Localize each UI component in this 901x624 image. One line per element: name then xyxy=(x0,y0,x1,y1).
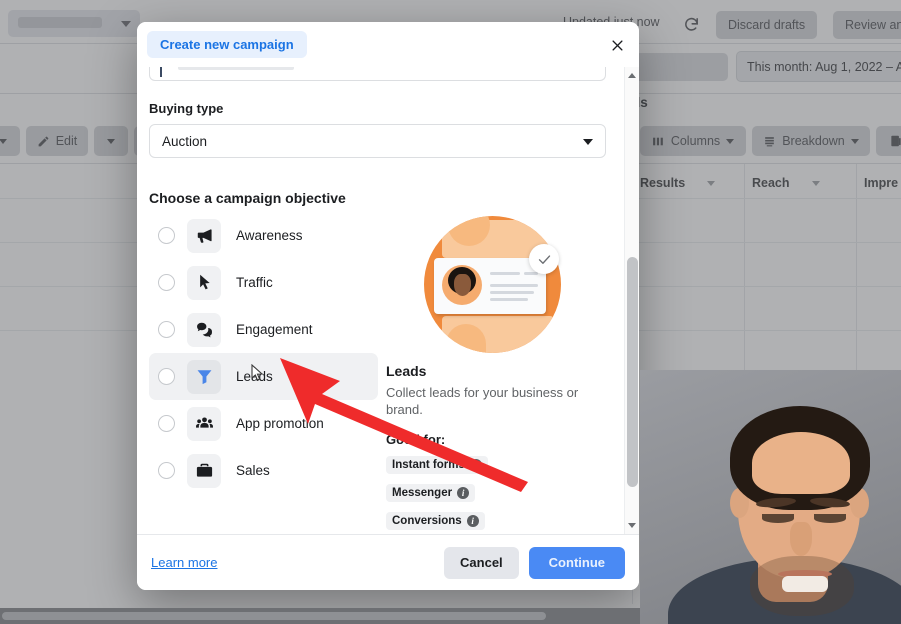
objective-label: Awareness xyxy=(236,228,303,243)
chat-bubble-icon xyxy=(187,312,221,347)
detail-title: Leads xyxy=(386,363,427,379)
objective-label: Engagement xyxy=(236,322,313,337)
radio-app-promotion[interactable] xyxy=(158,415,175,432)
field-ghost-text xyxy=(178,67,294,70)
scrollbar-thumb[interactable] xyxy=(627,257,638,487)
text-caret xyxy=(160,67,162,77)
create-campaign-dialog: Create new campaign Buying type Auction … xyxy=(137,22,639,590)
learn-more-link[interactable]: Learn more xyxy=(151,555,217,570)
good-for-chip-list: Instant forms i Messenger i Conversions … xyxy=(386,455,606,534)
objective-label: App promotion xyxy=(236,416,324,431)
campaign-name-field-partial[interactable] xyxy=(149,67,606,81)
briefcase-icon xyxy=(187,453,221,488)
chip-label: Instant forms xyxy=(392,458,465,471)
chip-label: Messenger xyxy=(392,486,453,499)
chip-label: Conversions xyxy=(392,514,462,527)
radio-engagement[interactable] xyxy=(158,321,175,338)
cursor-icon xyxy=(187,265,221,300)
objective-label: Sales xyxy=(236,463,270,478)
dialog-footer: Learn more Cancel Continue xyxy=(137,534,639,590)
tab-create-new-campaign[interactable]: Create new campaign xyxy=(147,31,307,58)
info-icon[interactable]: i xyxy=(469,458,482,471)
objective-option-engagement[interactable]: Engagement xyxy=(149,306,378,353)
screen-root: Updated just now Discard drafts Review a… xyxy=(0,0,901,624)
good-for-chip[interactable]: Conversions i xyxy=(386,511,485,530)
radio-awareness[interactable] xyxy=(158,227,175,244)
good-for-chip[interactable]: Messenger i xyxy=(386,483,476,502)
continue-button[interactable]: Continue xyxy=(528,546,625,579)
leads-illustration xyxy=(424,216,561,353)
chevron-down-icon xyxy=(583,139,593,145)
mouse-pointer-icon xyxy=(251,363,265,382)
megaphone-icon xyxy=(187,218,221,253)
buying-type-value: Auction xyxy=(162,133,208,149)
good-for-label: Good for: xyxy=(386,431,446,447)
people-icon xyxy=(187,406,221,441)
objective-option-awareness[interactable]: Awareness xyxy=(149,212,378,259)
funnel-icon xyxy=(187,359,221,394)
objective-option-app-promotion[interactable]: App promotion xyxy=(149,400,378,447)
cancel-button[interactable]: Cancel xyxy=(444,546,519,579)
radio-leads[interactable] xyxy=(158,368,175,385)
info-icon[interactable]: i xyxy=(466,514,479,527)
buying-type-label: Buying type xyxy=(149,101,224,116)
presenter-webcam-overlay xyxy=(640,370,901,624)
check-badge-icon xyxy=(529,244,559,274)
close-icon[interactable] xyxy=(605,33,629,57)
dialog-vertical-scrollbar[interactable] xyxy=(624,67,639,534)
scroll-down-icon[interactable] xyxy=(628,523,636,528)
info-icon[interactable]: i xyxy=(457,486,470,499)
objective-option-traffic[interactable]: Traffic xyxy=(149,259,378,306)
dialog-header: Create new campaign xyxy=(137,22,639,67)
good-for-chip[interactable]: Instant forms i xyxy=(386,455,488,474)
objective-detail-panel: Leads Collect leads for your business or… xyxy=(378,212,606,534)
objective-option-sales[interactable]: Sales xyxy=(149,447,378,494)
scrollbar-thumb[interactable] xyxy=(2,612,546,620)
radio-sales[interactable] xyxy=(158,462,175,479)
radio-traffic[interactable] xyxy=(158,274,175,291)
scroll-up-icon[interactable] xyxy=(628,73,636,78)
detail-description: Collect leads for your business or brand… xyxy=(386,385,579,417)
objective-section-title: Choose a campaign objective xyxy=(149,190,346,206)
buying-type-select[interactable]: Auction xyxy=(149,124,606,158)
dialog-body: Buying type Auction Choose a campaign ob… xyxy=(137,67,639,534)
objective-label: Traffic xyxy=(236,275,273,290)
